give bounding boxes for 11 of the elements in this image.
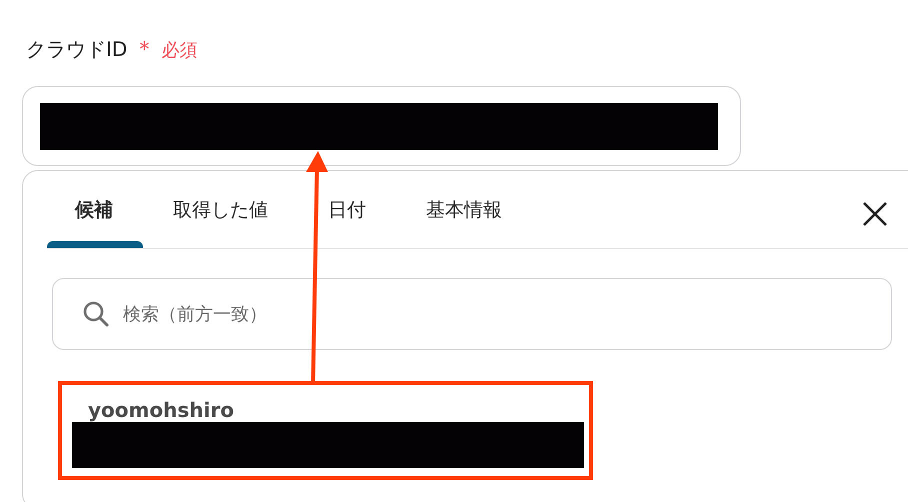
required-label: 必須 <box>161 39 198 62</box>
tab[interactable]: 基本情報 <box>396 171 532 248</box>
candidate-name[interactable]: yoomohshiro <box>72 398 584 422</box>
search-icon <box>82 300 110 328</box>
cloud-id-field[interactable] <box>22 86 741 166</box>
tab[interactable]: 日付 <box>298 171 396 248</box>
tab[interactable]: 候補 <box>47 171 143 248</box>
search-field[interactable]: 検索（前方一致） <box>52 278 892 350</box>
required-mark: ＊ <box>133 36 156 64</box>
tab[interactable]: 取得した値 <box>143 171 298 248</box>
field-label: クラウドID <box>26 36 128 63</box>
